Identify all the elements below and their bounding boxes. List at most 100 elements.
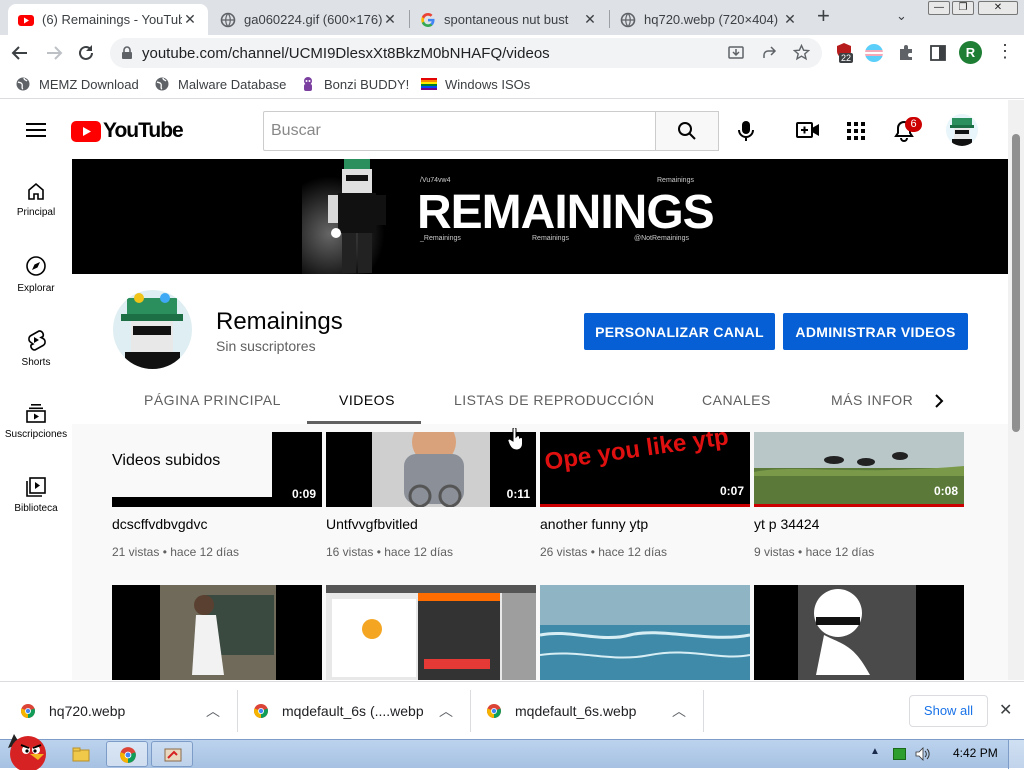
video-thumbnail[interactable]: 0:11	[326, 432, 536, 507]
bookmark-label: Malware Database	[178, 76, 287, 92]
system-clock[interactable]: 4:42 PM	[953, 746, 998, 760]
video-thumbnail[interactable]: Ope you like ytp 0:07	[540, 432, 750, 507]
bookmark-windows-isos[interactable]: Windows ISOs	[421, 76, 530, 92]
video-title[interactable]: Untfvvgfbvitled	[326, 516, 418, 532]
view-count: 26 vistas	[540, 545, 588, 559]
view-count: 21 vistas	[112, 545, 160, 559]
chevron-up-icon[interactable]: ︿	[672, 701, 686, 721]
tab-google-search[interactable]: spontaneous nut bust ✕	[410, 4, 608, 35]
video-meta: 16 vistas • hace 12 días	[326, 545, 453, 559]
tab-pagina-principal[interactable]: PÁGINA PRINCIPAL	[144, 392, 281, 408]
minimize-button[interactable]: —	[928, 1, 950, 15]
guide-item-principal[interactable]: Principal	[0, 181, 72, 218]
tab-youtube-remainings[interactable]: (6) Remainings - YouTube ✕	[8, 4, 208, 35]
close-tab-icon[interactable]: ✕	[582, 11, 598, 28]
tab-listas-de-reproduccion[interactable]: LISTAS DE REPRODUCCIÓN	[454, 392, 655, 408]
manage-videos-button[interactable]: ADMINISTRAR VIDEOS	[783, 313, 968, 350]
globe-icon	[16, 77, 30, 91]
share-icon[interactable]	[761, 45, 777, 61]
search-button[interactable]	[655, 111, 719, 151]
back-arrow-icon[interactable]	[8, 41, 32, 65]
video-duration: 0:07	[719, 484, 744, 498]
close-tab-icon[interactable]: ✕	[182, 11, 198, 28]
extensions-puzzle-icon[interactable]	[894, 41, 918, 65]
video-grid: 0:09 Videos subidos dcscffvdbvgdvc 21 vi…	[72, 424, 1008, 680]
extension-flag-icon[interactable]	[865, 44, 883, 62]
show-desktop-button[interactable]	[1008, 740, 1024, 769]
voice-search-mic-icon[interactable]	[737, 120, 755, 142]
new-tab-button[interactable]: +	[817, 5, 830, 27]
profile-avatar[interactable]: R	[959, 41, 982, 64]
bookmark-malware-database[interactable]: Malware Database	[154, 76, 286, 92]
apps-grid-icon[interactable]	[847, 122, 865, 140]
bookmark-memz[interactable]: MEMZ Download	[15, 76, 139, 92]
tab-search-chevron-icon[interactable]: ⌄	[896, 8, 907, 24]
tab-canales[interactable]: CANALES	[702, 392, 771, 408]
chevron-up-icon[interactable]: ︿	[206, 701, 220, 721]
reload-icon[interactable]	[74, 41, 98, 65]
bookmark-bonzi-buddy[interactable]: Bonzi BUDDY!	[300, 76, 409, 92]
download-item[interactable]: hq720.webp ︿	[20, 682, 230, 740]
bookmark-label: Bonzi BUDDY!	[324, 76, 410, 92]
volume-tray-icon[interactable]	[914, 746, 930, 762]
start-button-angry-bird-icon[interactable]	[4, 732, 50, 770]
close-tab-icon[interactable]: ✕	[782, 11, 798, 28]
channel-banner: REMAININGS /Vu74vw4 Remainings _Remainin…	[72, 159, 1008, 274]
page-scrollbar[interactable]	[1008, 100, 1024, 680]
bookmark-label: Windows ISOs	[445, 76, 531, 92]
url-text: youtube.com/channel/UCMI9DlesxXt8BkzM0bN…	[142, 45, 550, 62]
scrollbar-thumb[interactable]	[1012, 134, 1020, 432]
hamburger-menu-icon[interactable]	[26, 121, 46, 139]
battery-tray-icon[interactable]	[893, 748, 906, 760]
video-meta: 26 vistas • hace 12 días	[540, 545, 667, 559]
side-panel-icon[interactable]	[926, 41, 950, 65]
search-input[interactable]: Buscar	[263, 111, 656, 151]
video-thumbnail[interactable]	[540, 585, 750, 680]
install-app-icon[interactable]	[728, 45, 744, 61]
chevron-right-icon[interactable]	[932, 393, 946, 409]
youtube-masthead: YouTube Buscar 6	[0, 100, 1024, 160]
close-window-button[interactable]: ✕	[978, 1, 1018, 15]
forward-arrow-icon[interactable]	[42, 41, 66, 65]
guide-item-suscripciones[interactable]: Suscripciones	[0, 403, 72, 440]
youtube-logo[interactable]: YouTube	[71, 119, 184, 143]
google-icon	[421, 12, 435, 27]
tab-mas-informacion[interactable]: MÁS INFORMACIÓN	[831, 392, 913, 408]
file-explorer-icon[interactable]	[72, 745, 90, 763]
bookmarks-bar: MEMZ Download Malware Database Bonzi BUD…	[0, 71, 1024, 99]
account-avatar[interactable]	[946, 114, 978, 146]
tab-gif[interactable]: ga060224.gif (600×176) ✕	[210, 4, 408, 35]
download-item[interactable]: mqdefault_6s.webp ︿	[486, 682, 696, 740]
taskbar-app-button[interactable]	[151, 741, 193, 767]
tab-webp[interactable]: hq720.webp (720×404) ✕	[610, 4, 808, 35]
show-all-downloads-button[interactable]: Show all	[909, 695, 988, 727]
bookmark-label: MEMZ Download	[39, 76, 139, 92]
tab-videos[interactable]: VIDEOS	[339, 392, 395, 408]
lock-icon[interactable]	[121, 46, 133, 60]
guide-item-explorar[interactable]: Explorar	[0, 255, 72, 294]
browser-toolbar: youtube.com/channel/UCMI9DlesxXt8BkzM0bN…	[0, 35, 1024, 71]
video-thumbnail[interactable]	[326, 585, 536, 680]
video-title[interactable]: yt p 34424	[754, 516, 819, 532]
taskbar-chrome-button[interactable]	[106, 741, 148, 767]
address-bar[interactable]: youtube.com/channel/UCMI9DlesxXt8BkzM0bN…	[110, 38, 822, 68]
restore-button[interactable]: ❐	[952, 1, 974, 15]
guide-item-shorts[interactable]: Shorts	[0, 329, 72, 368]
show-hidden-icons-arrow[interactable]: ▲	[870, 746, 880, 757]
video-title[interactable]: another funny ytp	[540, 516, 648, 532]
extension-shield-icon[interactable]: 22	[835, 42, 855, 64]
close-tab-icon[interactable]: ✕	[382, 11, 398, 28]
download-item[interactable]: mqdefault_6s (....webp ︿	[253, 682, 463, 740]
close-downloads-icon[interactable]: ✕	[999, 700, 1012, 720]
create-video-icon[interactable]	[796, 121, 820, 139]
chevron-up-icon[interactable]: ︿	[439, 701, 453, 721]
guide-item-biblioteca[interactable]: Biblioteca	[0, 477, 72, 514]
video-thumbnail[interactable]	[754, 585, 964, 680]
video-title[interactable]: dcscffvdbvgdvc	[112, 516, 207, 532]
video-thumbnail[interactable]	[112, 585, 322, 680]
customize-channel-button[interactable]: PERSONALIZAR CANAL	[584, 313, 775, 350]
thumbnail-image	[798, 585, 916, 680]
chrome-menu-icon[interactable]: ⋮	[996, 41, 1014, 62]
bookmark-star-icon[interactable]	[793, 44, 810, 61]
video-thumbnail[interactable]: 0:08	[754, 432, 964, 507]
